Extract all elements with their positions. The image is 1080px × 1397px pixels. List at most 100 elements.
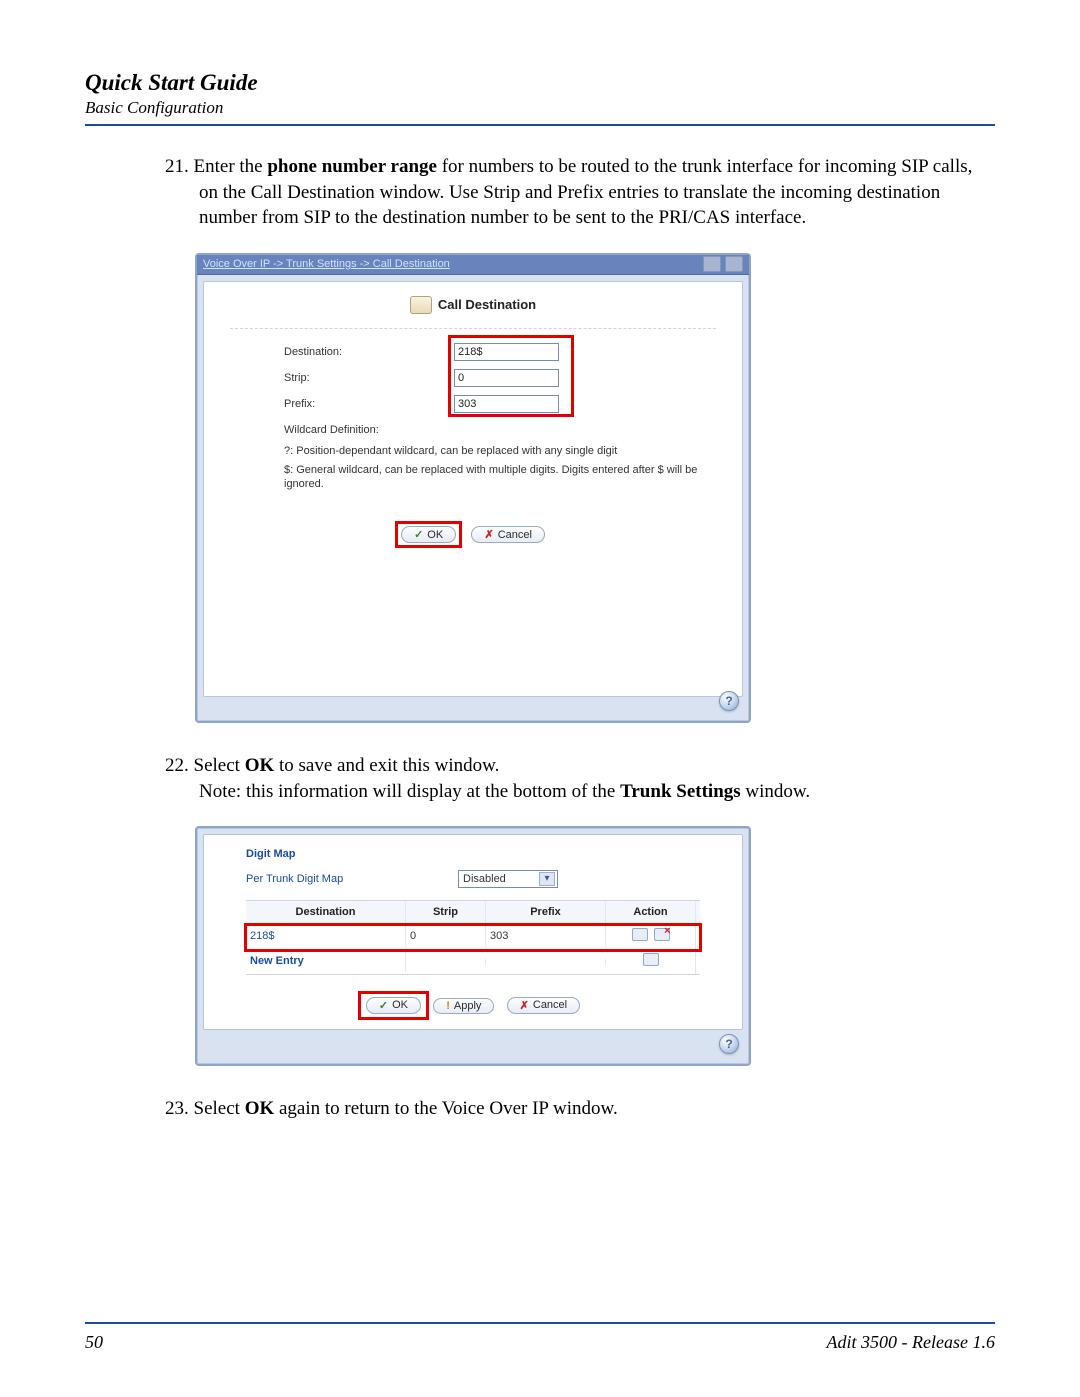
step-note-bold: Trunk Settings xyxy=(620,781,741,802)
ok-label: OK xyxy=(392,999,408,1011)
digit-map-title: Digit Map xyxy=(220,845,726,868)
panel-body: Call Destination Destination: Strip: Pre… xyxy=(203,281,743,697)
ptdm-select[interactable]: Disabled ▾ xyxy=(458,870,558,888)
col-strip: Strip xyxy=(406,901,486,924)
ok-label: OK xyxy=(427,529,443,541)
help-icon[interactable]: ? xyxy=(719,691,739,711)
cell-prefix: 303 xyxy=(486,926,606,947)
header-rule xyxy=(85,124,995,126)
separator xyxy=(230,328,716,329)
table-row-new: New Entry xyxy=(246,950,700,975)
apply-button[interactable]: ! Apply xyxy=(433,998,494,1014)
titlebar-icons xyxy=(703,256,743,272)
page-footer: 50 Adit 3500 - Release 1.6 xyxy=(85,1332,995,1353)
ptdm-label: Per Trunk Digit Map xyxy=(246,872,458,887)
step-text-bold: OK xyxy=(245,1098,275,1119)
row-strip: Strip: xyxy=(230,365,716,391)
panel-digit-map: Digit Map Per Trunk Digit Map Disabled ▾… xyxy=(195,826,751,1066)
wildcard-dollar: $: General wildcard, can be replaced wit… xyxy=(230,461,700,495)
chevron-down-icon: ▾ xyxy=(539,872,555,886)
strip-input[interactable] xyxy=(454,369,559,387)
edit-icon[interactable] xyxy=(632,928,648,941)
button-row: ✓ OK ! Apply ✗ Cancel xyxy=(220,997,726,1014)
step-num: 22. xyxy=(165,755,189,776)
cell-empty xyxy=(486,959,606,965)
table-row: 218$ 0 303 xyxy=(246,925,700,950)
breadcrumb[interactable]: Voice Over IP -> Trunk Settings -> Call … xyxy=(203,257,450,272)
ok-highlight: ✓ OK xyxy=(366,997,421,1014)
page-number: 50 xyxy=(85,1332,103,1353)
step-23: 23. Select OK again to return to the Voi… xyxy=(165,1096,995,1122)
guide-subtitle: Basic Configuration xyxy=(85,98,995,118)
ok-button[interactable]: ✓ OK xyxy=(401,526,456,543)
page-header: Quick Start Guide Basic Configuration xyxy=(85,70,995,126)
step-text-seg: again to return to the Voice Over IP win… xyxy=(274,1098,618,1119)
step-21-text: 21. Enter the phone number range for num… xyxy=(165,154,995,231)
cell-strip: 0 xyxy=(406,926,486,947)
step-note-seg: window. xyxy=(741,781,811,802)
panel-heading-text: Call Destination xyxy=(438,296,536,314)
titlebar-icon[interactable] xyxy=(725,256,743,272)
panel-heading: Call Destination xyxy=(230,296,716,314)
ok-button[interactable]: ✓ OK xyxy=(366,997,421,1014)
step-note-seg: Note: this information will display at t… xyxy=(199,781,620,802)
guide-title: Quick Start Guide xyxy=(85,70,995,96)
release-label: Adit 3500 - Release 1.6 xyxy=(827,1332,995,1353)
col-action: Action xyxy=(606,901,696,924)
step-num: 23. xyxy=(165,1098,189,1119)
check-icon: ✓ xyxy=(379,999,388,1012)
screenshot-digit-map: Digit Map Per Trunk Digit Map Disabled ▾… xyxy=(195,826,995,1066)
new-entry-link[interactable]: New Entry xyxy=(246,951,406,972)
exclaim-icon: ! xyxy=(446,1000,450,1012)
cell-empty xyxy=(406,959,486,965)
page-content: 21. Enter the phone number range for num… xyxy=(85,154,995,1122)
footer-rule xyxy=(85,1322,995,1324)
cancel-button[interactable]: ✗ Cancel xyxy=(471,526,544,543)
step-23-text: 23. Select OK again to return to the Voi… xyxy=(165,1096,995,1122)
step-text-bold: phone number range xyxy=(267,156,437,177)
screenshot-call-destination: Voice Over IP -> Trunk Settings -> Call … xyxy=(195,253,995,723)
prefix-input[interactable] xyxy=(454,395,559,413)
help-icon[interactable]: ? xyxy=(719,1034,739,1054)
row-prefix: Prefix: xyxy=(230,391,716,417)
table-header: Destination Strip Prefix Action xyxy=(246,901,700,925)
step-22-text: 22. Select OK to save and exit this wind… xyxy=(165,753,995,804)
cell-destination[interactable]: 218$ xyxy=(246,926,406,947)
strip-label: Strip: xyxy=(284,371,454,386)
destination-input[interactable] xyxy=(454,343,559,361)
prefix-label: Prefix: xyxy=(284,397,454,412)
ok-highlight: ✓ OK xyxy=(401,526,456,543)
add-icon[interactable] xyxy=(643,953,659,966)
digit-map-table: Destination Strip Prefix Action 218$ 0 3… xyxy=(246,900,700,975)
step-text-bold: OK xyxy=(245,755,275,776)
check-icon: ✓ xyxy=(414,528,423,541)
cancel-label: Cancel xyxy=(533,999,567,1011)
cancel-label: Cancel xyxy=(498,529,532,541)
delete-icon[interactable] xyxy=(654,928,670,941)
destination-label: Destination: xyxy=(284,345,454,360)
panel-titlebar: Voice Over IP -> Trunk Settings -> Call … xyxy=(197,255,749,275)
x-icon: ✗ xyxy=(484,528,493,541)
step-text-seg: Select xyxy=(194,1098,245,1119)
button-row: ✓ OK ✗ Cancel xyxy=(230,526,716,543)
per-trunk-digit-map-row: Per Trunk Digit Map Disabled ▾ xyxy=(220,868,726,894)
step-21: 21. Enter the phone number range for num… xyxy=(165,154,995,231)
panel-body: Digit Map Per Trunk Digit Map Disabled ▾… xyxy=(203,834,743,1030)
step-num: 21. xyxy=(165,156,189,177)
step-text-seg: Enter the xyxy=(194,156,268,177)
call-destination-icon xyxy=(410,296,432,314)
row-destination: Destination: xyxy=(230,339,716,365)
step-22: 22. Select OK to save and exit this wind… xyxy=(165,753,995,804)
step-text-seg: to save and exit this window. xyxy=(274,755,499,776)
titlebar-icon[interactable] xyxy=(703,256,721,272)
panel-call-destination: Voice Over IP -> Trunk Settings -> Call … xyxy=(195,253,751,723)
x-icon: ✗ xyxy=(520,999,529,1012)
step-text-seg: Select xyxy=(194,755,245,776)
wildcard-title: Wildcard Definition: xyxy=(230,417,716,442)
apply-label: Apply xyxy=(454,1000,482,1012)
ptdm-value: Disabled xyxy=(463,872,506,887)
col-destination: Destination xyxy=(246,901,406,924)
cell-action xyxy=(606,950,696,974)
cancel-button[interactable]: ✗ Cancel xyxy=(507,997,580,1014)
col-prefix: Prefix xyxy=(486,901,606,924)
